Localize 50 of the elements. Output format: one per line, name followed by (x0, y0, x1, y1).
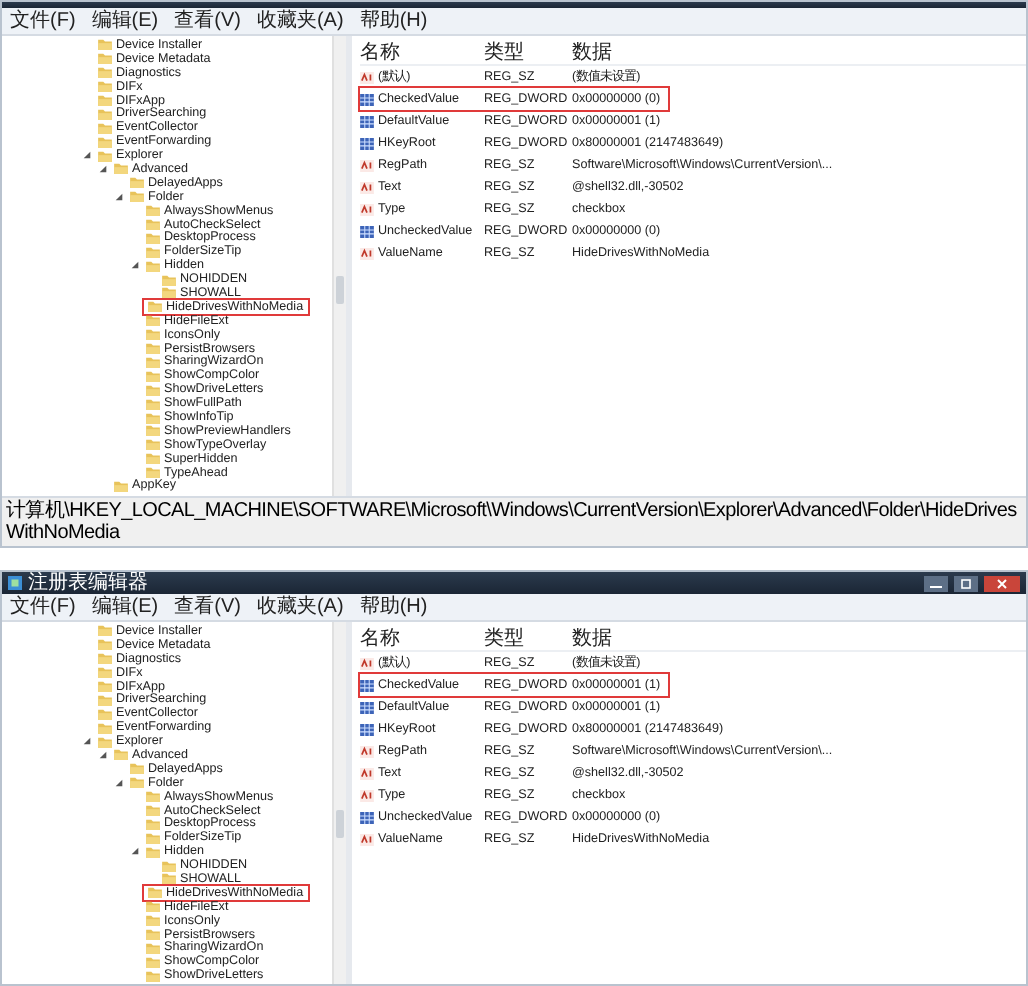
column-header[interactable]: 名称 (360, 38, 484, 66)
minimize-icon[interactable] (924, 575, 948, 591)
string-value-icon (360, 833, 374, 845)
binary-value-icon (360, 137, 374, 149)
menu-item[interactable]: 收藏夹(A) (256, 594, 344, 620)
collapse-icon[interactable] (82, 736, 92, 747)
scrollbar[interactable] (332, 36, 346, 496)
menu-item[interactable]: 收藏夹(A) (256, 8, 344, 34)
collapse-icon[interactable] (130, 846, 140, 857)
binary-value-icon (360, 701, 374, 713)
menu-item[interactable]: 帮助(H) (359, 8, 428, 34)
string-value-icon (360, 767, 374, 779)
menu-item[interactable]: 编辑(E) (91, 8, 159, 34)
string-value-icon (360, 247, 374, 259)
string-value-icon (360, 203, 374, 215)
column-header[interactable]: 数据 (572, 624, 1026, 652)
menu-item[interactable]: 查看(V) (174, 594, 241, 620)
collapse-icon[interactable] (82, 150, 92, 161)
collapse-icon[interactable] (114, 191, 124, 202)
binary-value-icon (360, 225, 374, 237)
string-value-icon (360, 657, 374, 669)
collapse-icon[interactable] (130, 260, 140, 271)
status-bar: 计算机\HKEY_LOCAL_MACHINE\SOFTWARE\Microsoft\Windows\CurrentVersion\Explorer\Advanced\Folder\HideDrivesWithNoMedia (2, 496, 1026, 546)
binary-value-icon (360, 115, 374, 127)
string-value-icon (360, 745, 374, 757)
menu-item[interactable]: 文件(F) (10, 594, 76, 620)
menu-item[interactable]: 查看(V) (174, 8, 241, 34)
menu-item[interactable]: 文件(F) (10, 8, 76, 34)
collapse-icon[interactable] (98, 163, 108, 174)
close-icon[interactable] (984, 575, 1020, 591)
maximize-icon[interactable] (954, 575, 978, 591)
binary-value-icon (360, 93, 374, 105)
menu-item[interactable]: 编辑(E) (91, 594, 159, 620)
string-value-icon (360, 789, 374, 801)
string-value-icon (360, 159, 374, 171)
binary-value-icon (360, 811, 374, 823)
string-value-icon (360, 71, 374, 83)
registry-icon (8, 576, 22, 590)
collapse-icon[interactable] (114, 777, 124, 788)
folder-icon (114, 479, 128, 492)
column-header[interactable]: 类型 (484, 38, 572, 66)
column-header[interactable]: 名称 (360, 624, 484, 652)
menu-item[interactable]: 帮助(H) (359, 594, 428, 620)
scrollbar[interactable] (332, 622, 346, 984)
binary-value-icon (360, 679, 374, 691)
column-header[interactable]: 类型 (484, 624, 572, 652)
binary-value-icon (360, 723, 374, 735)
collapse-icon[interactable] (98, 749, 108, 760)
string-value-icon (360, 181, 374, 193)
column-header[interactable]: 数据 (572, 38, 1026, 66)
